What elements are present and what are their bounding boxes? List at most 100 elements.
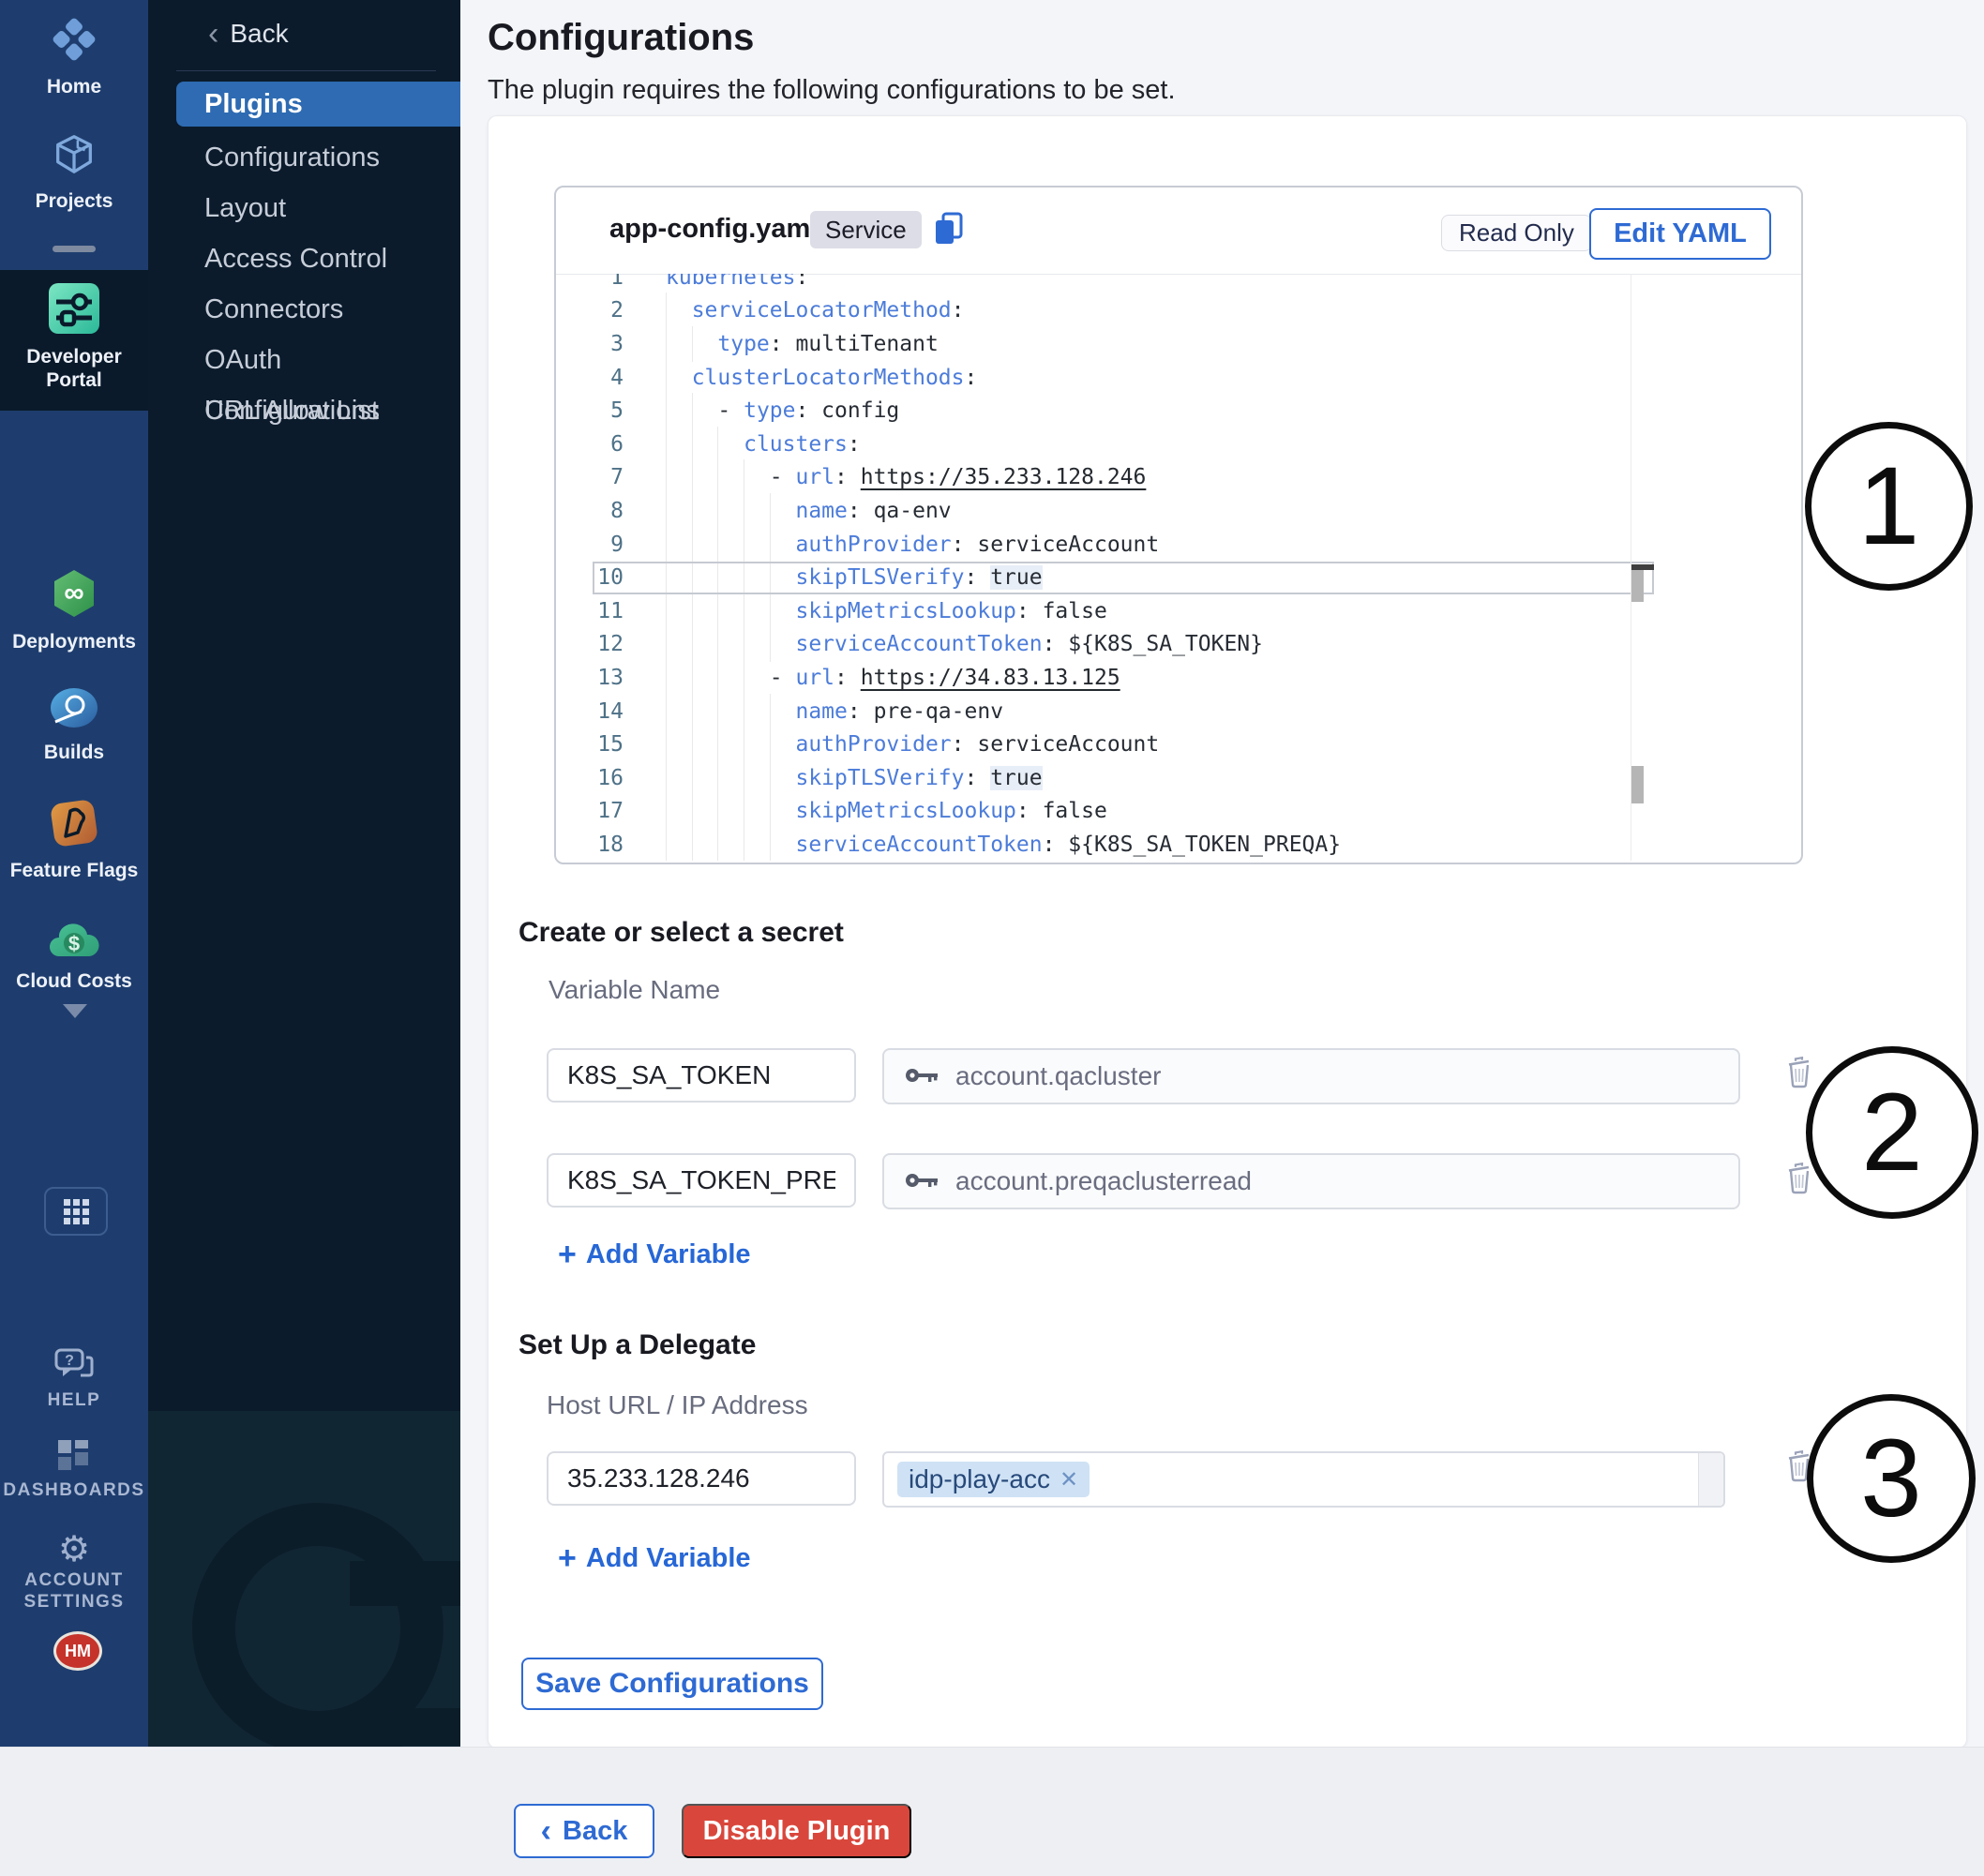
line-number: 13 bbox=[556, 666, 624, 690]
svg-text:∞: ∞ bbox=[64, 578, 83, 608]
sidebar-item-projects[interactable]: Projects bbox=[0, 131, 148, 213]
variable-name-input[interactable] bbox=[547, 1153, 856, 1208]
annotation-circle-3: 3 bbox=[1807, 1394, 1976, 1563]
code-line: 15 authProvider: serviceAccount bbox=[556, 728, 1801, 761]
sidebar-item-label: Cloud Costs bbox=[0, 969, 148, 993]
scrollbar-mark bbox=[1631, 766, 1644, 803]
annotation-number: 3 bbox=[1860, 1415, 1922, 1542]
line-number: 8 bbox=[556, 499, 624, 523]
sidebar-item-label: Feature Flags bbox=[0, 859, 148, 882]
code-line: 4 clusterLocatorMethods: bbox=[556, 361, 1801, 395]
sidebar-divider bbox=[53, 246, 96, 252]
add-variable-link[interactable]: + Add Variable bbox=[558, 1239, 751, 1270]
delegate-tag-label: idp-play-acc bbox=[909, 1464, 1050, 1494]
code-line: 12 serviceAccountToken: ${K8S_SA_TOKEN} bbox=[556, 628, 1801, 662]
code-line: 14 name: pre-qa-env bbox=[556, 695, 1801, 728]
sidebar-item-account-settings[interactable]: ⚙ ACCOUNT SETTINGS bbox=[0, 1532, 148, 1613]
help-chat-icon: ? bbox=[54, 1368, 94, 1384]
line-number: 12 bbox=[556, 632, 624, 656]
editor-filename: app-config.yaml bbox=[609, 214, 818, 245]
code-line: 11 skipMetricsLookup: false bbox=[556, 594, 1801, 628]
sidebar-item-label: Builds bbox=[0, 741, 148, 764]
line-number: 2 bbox=[556, 298, 624, 323]
line-number: 9 bbox=[556, 533, 624, 557]
cube-icon bbox=[51, 166, 98, 182]
yaml-editor: app-config.yaml Service Read Only Edit Y… bbox=[554, 186, 1803, 864]
delete-row-button[interactable] bbox=[1786, 1056, 1812, 1094]
line-number: 17 bbox=[556, 799, 624, 823]
copy-icon[interactable] bbox=[932, 212, 966, 252]
annotation-number: 2 bbox=[1861, 1069, 1923, 1196]
host-url-input[interactable] bbox=[547, 1451, 856, 1506]
sidebar-item-home[interactable]: Home bbox=[0, 15, 148, 98]
avatar[interactable]: HM bbox=[53, 1631, 102, 1671]
gear-icon: ⚙ bbox=[0, 1532, 148, 1568]
service-badge: Service bbox=[810, 211, 922, 248]
secret-section-heading: Create or select a secret bbox=[519, 917, 844, 949]
edit-yaml-button[interactable]: Edit YAML bbox=[1589, 208, 1771, 260]
harness-logo-icon bbox=[50, 52, 98, 68]
add-variable-link[interactable]: + Add Variable bbox=[558, 1543, 751, 1574]
sliders-icon bbox=[49, 322, 99, 338]
sidebar-item-dashboards[interactable]: DASHBOARDS bbox=[0, 1440, 148, 1501]
code-line: 18 serviceAccountToken: ${K8S_SA_TOKEN_P… bbox=[556, 828, 1801, 861]
line-number: 1 bbox=[556, 274, 624, 290]
sidebar-item-configurations[interactable]: Configurations bbox=[148, 132, 460, 183]
sidebar-item-plugins[interactable]: Plugins bbox=[176, 82, 460, 127]
infinity-hexagon-icon: ∞ bbox=[51, 607, 98, 623]
dashboards-icon bbox=[58, 1458, 90, 1474]
code-line: 13 - url: https://34.83.13.125 bbox=[556, 661, 1801, 695]
module-grid-button[interactable] bbox=[44, 1187, 108, 1236]
footer-bar bbox=[0, 1747, 1984, 1876]
sidebar-item-deployments[interactable]: ∞ Deployments bbox=[0, 568, 148, 653]
sidebar-item-label: Projects bbox=[0, 189, 148, 213]
sidebar-item-label: Developer Portal bbox=[18, 345, 130, 392]
secret-selector[interactable]: account.preqaclusterread bbox=[882, 1153, 1740, 1209]
grid-icon bbox=[64, 1199, 89, 1224]
page-title: Configurations bbox=[488, 17, 754, 59]
disable-plugin-button[interactable]: Disable Plugin bbox=[682, 1804, 911, 1858]
line-number: 5 bbox=[556, 398, 624, 423]
footer-back-label: Back bbox=[563, 1816, 627, 1847]
footer-back-button[interactable]: ‹ Back bbox=[514, 1804, 654, 1858]
code-line: 6 clusters: bbox=[556, 428, 1801, 461]
annotation-circle-2: 2 bbox=[1806, 1046, 1978, 1219]
sidebar-item-help[interactable]: ? HELP bbox=[0, 1348, 148, 1411]
back-label: Back bbox=[230, 19, 288, 49]
code-line: 16 skipTLSVerify: true bbox=[556, 761, 1801, 795]
sidebar-item-label: Home bbox=[0, 75, 148, 98]
code-line: 3 type: multiTenant bbox=[556, 327, 1801, 361]
line-number: 18 bbox=[556, 833, 624, 857]
code-line: 8 name: qa-env bbox=[556, 494, 1801, 528]
secret-selector[interactable]: account.qacluster bbox=[882, 1048, 1740, 1104]
svg-text:?: ? bbox=[65, 1353, 74, 1369]
sidebar-item-layout[interactable]: Layout bbox=[148, 183, 460, 233]
save-configurations-button[interactable]: Save Configurations bbox=[521, 1658, 823, 1710]
primary-sidebar: Home Projects Developer Portal bbox=[0, 0, 148, 1875]
back-link[interactable]: ‹ Back bbox=[208, 19, 289, 49]
sidebar-item-connectors[interactable]: Connectors bbox=[148, 284, 460, 335]
chevron-down-icon[interactable] bbox=[63, 1004, 87, 1018]
sidebar-item-cloud-costs[interactable]: $ Cloud Costs bbox=[0, 919, 148, 993]
sidebar-item-feature-flags[interactable]: Feature Flags bbox=[0, 799, 148, 882]
remove-tag-icon[interactable]: ✕ bbox=[1060, 1466, 1078, 1493]
line-number: 11 bbox=[556, 599, 624, 623]
delegate-tag-chip: idp-play-acc ✕ bbox=[897, 1462, 1090, 1497]
sidebar-item-builds[interactable]: Builds bbox=[0, 686, 148, 764]
line-number: 4 bbox=[556, 366, 624, 390]
read-only-badge: Read Only bbox=[1441, 215, 1592, 251]
sidebar-item-label: DASHBOARDS bbox=[0, 1479, 148, 1501]
sidebar-item-url-allow-list[interactable]: URL Allow List bbox=[148, 385, 460, 436]
sidebar-item-oauth-configurations[interactable]: OAuth Configurations bbox=[148, 335, 460, 385]
line-number: 14 bbox=[556, 699, 624, 724]
tag-field-scroll-strip bbox=[1698, 1453, 1723, 1506]
flag-icon bbox=[50, 835, 98, 851]
sidebar-item-access-control[interactable]: Access Control bbox=[148, 233, 460, 284]
annotation-circle-1: 1 bbox=[1805, 422, 1973, 591]
delete-row-button[interactable] bbox=[1786, 1162, 1812, 1200]
delegate-tag-field[interactable]: idp-play-acc ✕ bbox=[882, 1451, 1725, 1508]
variable-name-input[interactable] bbox=[547, 1048, 856, 1103]
plus-icon: + bbox=[558, 1241, 577, 1268]
sidebar-item-developer-portal[interactable]: Developer Portal bbox=[0, 283, 148, 392]
secret-value: account.preqaclusterread bbox=[955, 1166, 1252, 1196]
